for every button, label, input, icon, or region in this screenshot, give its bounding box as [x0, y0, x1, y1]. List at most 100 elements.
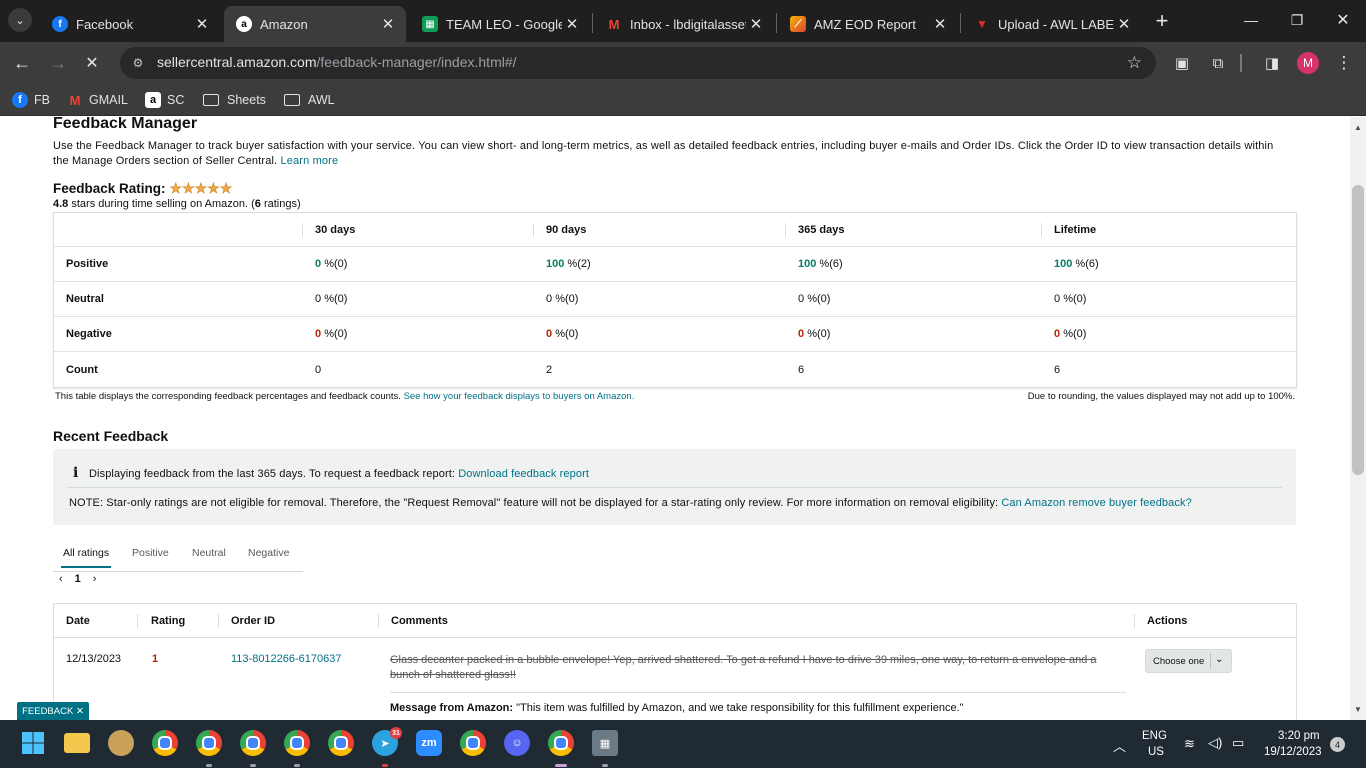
page-scrollbar[interactable]: ▲ ▼ — [1350, 117, 1366, 720]
volume-icon[interactable]: ◁) — [1208, 735, 1222, 751]
browser-toolbar: ← → ✕ ⚙ sellercentral.amazon.com/feedbac… — [0, 42, 1366, 84]
divider — [390, 692, 1126, 693]
bookmark-gmail[interactable]: M GMAIL — [67, 91, 128, 109]
column-divider — [137, 614, 138, 628]
restore-button[interactable]: ❐ — [1274, 0, 1320, 40]
tab-amazon[interactable]: a Amazon ✕ — [224, 6, 406, 42]
table-cell: 100 %(6) — [1054, 247, 1099, 281]
google-sheets-icon: ▦ — [422, 16, 438, 32]
folder-icon — [203, 94, 219, 106]
tab-google-sheets[interactable]: ▦ TEAM LEO - Google S ✕ — [410, 6, 590, 42]
close-window-button[interactable]: ✕ — [1320, 0, 1366, 40]
zoom-icon[interactable]: zm — [416, 730, 442, 756]
address-bar[interactable]: ⚙ sellercentral.amazon.com/feedback-mana… — [120, 47, 1156, 79]
bookmark-folder-awl[interactable]: AWL — [284, 91, 335, 109]
language-indicator[interactable]: ENG — [1142, 730, 1167, 742]
bookmark-folder-sheets[interactable]: Sheets — [203, 91, 266, 109]
screenshot-icon[interactable]: ▣ — [1172, 53, 1192, 73]
learn-more-link[interactable]: Learn more — [280, 155, 338, 167]
scroll-up-icon[interactable]: ▲ — [1354, 123, 1362, 132]
scroll-down-icon[interactable]: ▼ — [1354, 705, 1362, 714]
chrome-icon[interactable] — [328, 730, 354, 756]
page-number[interactable]: 1 — [75, 573, 81, 585]
percent-value: 100 — [1054, 258, 1073, 270]
site-info-icon[interactable]: ⚙ — [130, 55, 146, 71]
clock-time[interactable]: 3:20 pm — [1278, 730, 1320, 742]
close-icon[interactable]: ✕ — [378, 14, 398, 34]
order-id-link[interactable]: 113-8012266-6170637 — [231, 653, 342, 665]
column-divider — [302, 223, 303, 237]
forward-button[interactable]: → — [46, 51, 70, 75]
tab-search-button[interactable]: ⌄ — [8, 8, 32, 32]
discord-icon[interactable]: ☺ — [504, 730, 530, 756]
column-divider — [533, 223, 534, 237]
clock-date[interactable]: 19/12/2023 — [1264, 746, 1322, 758]
menu-kebab-icon[interactable]: ⋮ — [1334, 53, 1354, 73]
minimize-button[interactable]: — — [1228, 0, 1274, 40]
bookmark-fb[interactable]: f FB — [12, 91, 50, 109]
tab-separator — [960, 13, 961, 33]
count-value: %(0) — [555, 328, 579, 340]
region-indicator[interactable]: US — [1148, 746, 1164, 758]
prev-page-icon[interactable]: ‹ — [59, 573, 63, 585]
tab-gmail[interactable]: M Inbox - lbdigitalasset ✕ — [594, 6, 774, 42]
choose-action-dropdown[interactable]: Choose one ⌄ — [1145, 649, 1232, 673]
new-tab-button[interactable]: + — [1150, 8, 1174, 33]
tab-all-ratings[interactable]: All ratings — [60, 547, 112, 568]
percent-value: 0 — [315, 328, 322, 340]
close-icon[interactable]: ✕ — [562, 14, 582, 34]
buyer-display-link[interactable]: See how your feedback displays to buyers… — [404, 391, 635, 402]
tab-awl-label[interactable]: ▼ Upload - AWL LABEL ✕ — [962, 6, 1142, 42]
feedback-metrics-table: 30 days 90 days 365 days Lifetime Positi… — [53, 212, 1297, 388]
bookmark-label: FB — [34, 93, 50, 107]
chrome-icon[interactable] — [548, 730, 574, 756]
windows-start-icon[interactable] — [20, 730, 46, 756]
close-icon[interactable]: ✕ — [192, 14, 212, 34]
bookmark-star-icon[interactable]: ☆ — [1127, 53, 1142, 73]
telegram-icon[interactable]: ➤ 31 — [372, 727, 402, 756]
next-page-icon[interactable]: › — [93, 573, 97, 585]
chrome-icon[interactable] — [284, 730, 310, 756]
url-text[interactable]: sellercentral.amazon.com/feedback-manage… — [157, 54, 517, 70]
chrome-icon[interactable] — [460, 730, 486, 756]
awl-icon: ▼ — [976, 17, 988, 31]
tab-positive[interactable]: Positive — [132, 547, 169, 559]
tab-negative[interactable]: Negative — [248, 547, 289, 559]
chrome-icon[interactable] — [196, 730, 222, 756]
tab-neutral[interactable]: Neutral — [192, 547, 226, 559]
wifi-icon[interactable]: ≋ — [1184, 736, 1195, 752]
bookmark-label: SC — [167, 93, 185, 107]
profile-avatar[interactable]: M — [1297, 52, 1319, 74]
active-indicator — [555, 764, 567, 767]
tab-facebook[interactable]: f Facebook ✕ — [40, 6, 220, 42]
file-explorer-icon[interactable] — [64, 733, 90, 753]
app-icon[interactable] — [108, 730, 134, 756]
bookmark-sc[interactable]: a SC — [145, 91, 184, 109]
amazon-icon: a — [236, 16, 252, 32]
chrome-icon[interactable] — [240, 730, 266, 756]
stop-loading-button[interactable]: ✕ — [80, 51, 104, 75]
removal-note-text: NOTE: Star-only ratings are not eligible… — [69, 497, 999, 509]
feedback-widget-button[interactable]: FEEDBACK ✕ — [17, 702, 89, 720]
scrollbar-thumb[interactable] — [1352, 185, 1364, 475]
battery-icon[interactable]: ▭ — [1232, 735, 1244, 751]
back-button[interactable]: ← — [10, 51, 34, 75]
removal-eligibility-link[interactable]: Can Amazon remove buyer feedback? — [1001, 497, 1191, 509]
tab-amz-eod-report[interactable]: ⟋ AMZ EOD Report ✕ — [778, 6, 958, 42]
chrome-icon[interactable] — [152, 730, 178, 756]
running-indicator — [382, 764, 388, 767]
chevron-up-icon[interactable]: ︿ — [1113, 736, 1126, 755]
download-report-link[interactable]: Download feedback report — [458, 468, 589, 480]
side-panel-icon[interactable]: ◨ — [1262, 53, 1282, 73]
close-icon[interactable]: ✕ — [746, 14, 766, 34]
extensions-icon[interactable]: ⧉ — [1208, 53, 1228, 73]
close-icon[interactable]: ✕ — [1114, 14, 1134, 34]
count-value: %(0) — [324, 293, 348, 305]
table-row-negative: Negative 0 %(0) 0 %(0) 0 %(0) 0 %(0) — [54, 317, 1296, 352]
close-icon[interactable]: ✕ — [930, 14, 950, 34]
calculator-icon[interactable]: ▦ — [592, 730, 618, 756]
percent-value: 100 — [798, 258, 817, 270]
column-divider — [1041, 223, 1042, 237]
notification-badge[interactable]: 4 — [1330, 737, 1345, 752]
row-label: Neutral — [66, 293, 104, 305]
